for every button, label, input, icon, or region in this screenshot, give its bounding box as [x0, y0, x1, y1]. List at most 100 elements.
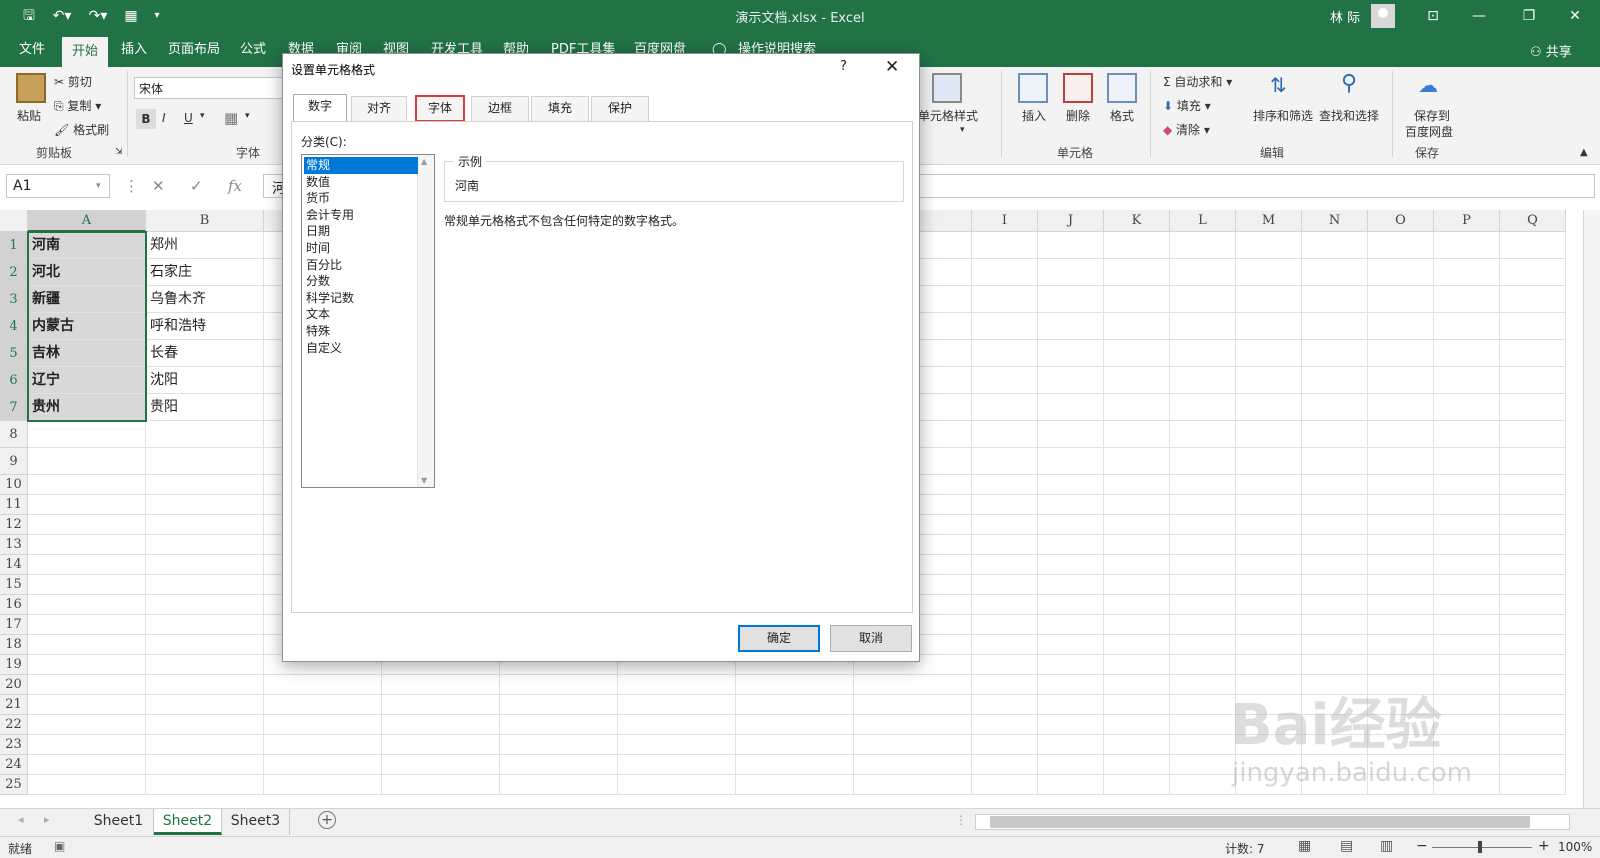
cell-a19[interactable] — [28, 655, 146, 675]
cell-q1[interactable] — [1500, 232, 1566, 259]
cell-i16[interactable] — [972, 595, 1038, 615]
row-header[interactable]: 5 — [0, 340, 28, 367]
cell-j9[interactable] — [1038, 448, 1104, 475]
cell-k6[interactable] — [1104, 367, 1170, 394]
cell-o16[interactable] — [1368, 595, 1434, 615]
cell-a2[interactable]: 河北 — [28, 259, 146, 286]
column-header-l[interactable]: L — [1170, 210, 1236, 232]
cell-k18[interactable] — [1104, 635, 1170, 655]
cell-b17[interactable] — [146, 615, 264, 635]
cell-i17[interactable] — [972, 615, 1038, 635]
cell-q25[interactable] — [1500, 775, 1566, 795]
tab-formulas[interactable]: 公式 — [240, 40, 266, 60]
row-header[interactable]: 10 — [0, 475, 28, 495]
row-header[interactable]: 1 — [0, 232, 28, 259]
cell-j11[interactable] — [1038, 495, 1104, 515]
cell-p17[interactable] — [1434, 615, 1500, 635]
cell-f24[interactable] — [618, 755, 736, 775]
cell-o3[interactable] — [1368, 286, 1434, 313]
fill-button[interactable]: ⬇ 填充 ▾ — [1163, 97, 1211, 114]
cell-l15[interactable] — [1170, 575, 1236, 595]
tab-home[interactable]: 开始 — [62, 37, 109, 67]
cell-b9[interactable] — [146, 448, 264, 475]
cell-b7[interactable]: 贵阳 — [146, 394, 264, 421]
scroll-up-icon[interactable]: ▲ — [421, 157, 427, 166]
horizontal-scroll-thumb[interactable] — [990, 816, 1530, 828]
dialog-tab-fill[interactable]: 填充 — [531, 96, 589, 121]
category-item[interactable]: 特殊 — [304, 323, 418, 340]
cell-styles-button[interactable]: 单元格样式 — [918, 107, 978, 124]
cell-b25[interactable] — [146, 775, 264, 795]
cell-i18[interactable] — [972, 635, 1038, 655]
cell-c23[interactable] — [264, 735, 382, 755]
cell-m17[interactable] — [1236, 615, 1302, 635]
cell-b21[interactable] — [146, 695, 264, 715]
cell-q2[interactable] — [1500, 259, 1566, 286]
cell-i4[interactable] — [972, 313, 1038, 340]
cell-o19[interactable] — [1368, 655, 1434, 675]
cell-q6[interactable] — [1500, 367, 1566, 394]
cell-p10[interactable] — [1434, 475, 1500, 495]
cell-a12[interactable] — [28, 515, 146, 535]
select-all-corner[interactable] — [0, 210, 28, 232]
cell-b23[interactable] — [146, 735, 264, 755]
cell-j13[interactable] — [1038, 535, 1104, 555]
cell-c25[interactable] — [264, 775, 382, 795]
cell-i1[interactable] — [972, 232, 1038, 259]
cell-e25[interactable] — [500, 775, 618, 795]
cell-p13[interactable] — [1434, 535, 1500, 555]
cell-o13[interactable] — [1368, 535, 1434, 555]
sheet-tab-sheet2[interactable]: Sheet2 — [154, 809, 222, 835]
row-header[interactable]: 15 — [0, 575, 28, 595]
delete-cells-button[interactable]: 删除 — [1066, 107, 1090, 124]
cell-l13[interactable] — [1170, 535, 1236, 555]
cell-g22[interactable] — [736, 715, 854, 735]
row-header[interactable]: 24 — [0, 755, 28, 775]
cell-b13[interactable] — [146, 535, 264, 555]
sheet-tab-sheet3[interactable]: Sheet3 — [222, 809, 290, 835]
cell-l3[interactable] — [1170, 286, 1236, 313]
cell-q10[interactable] — [1500, 475, 1566, 495]
column-header-i[interactable]: I — [972, 210, 1038, 232]
cell-h24[interactable] — [854, 755, 972, 775]
row-header[interactable]: 25 — [0, 775, 28, 795]
cell-k8[interactable] — [1104, 421, 1170, 448]
cell-l5[interactable] — [1170, 340, 1236, 367]
cell-p8[interactable] — [1434, 421, 1500, 448]
cell-n15[interactable] — [1302, 575, 1368, 595]
cell-k3[interactable] — [1104, 286, 1170, 313]
cell-a3[interactable]: 新疆 — [28, 286, 146, 313]
font-name-input[interactable]: 宋体 — [134, 77, 284, 99]
cell-g23[interactable] — [736, 735, 854, 755]
cell-i3[interactable] — [972, 286, 1038, 313]
minimize-icon[interactable]: — — [1466, 5, 1492, 27]
clear-button[interactable]: ◆ 清除 ▾ — [1163, 121, 1210, 138]
cell-i24[interactable] — [972, 755, 1038, 775]
cell-e22[interactable] — [500, 715, 618, 735]
cell-l9[interactable] — [1170, 448, 1236, 475]
cell-l6[interactable] — [1170, 367, 1236, 394]
name-box-dropdown-icon[interactable]: ▾ — [96, 181, 101, 191]
cell-i9[interactable] — [972, 448, 1038, 475]
cell-a7[interactable]: 贵州 — [28, 394, 146, 421]
cell-l1[interactable] — [1170, 232, 1236, 259]
cell-b2[interactable]: 石家庄 — [146, 259, 264, 286]
cell-q7[interactable] — [1500, 394, 1566, 421]
zoom-slider[interactable] — [1432, 847, 1532, 848]
cell-i2[interactable] — [972, 259, 1038, 286]
bold-button[interactable]: B — [136, 109, 156, 129]
cell-n1[interactable] — [1302, 232, 1368, 259]
delete-cells-icon[interactable] — [1063, 73, 1093, 103]
cell-p18[interactable] — [1434, 635, 1500, 655]
category-item[interactable]: 文本 — [304, 306, 418, 323]
cell-o14[interactable] — [1368, 555, 1434, 575]
dialog-tab-border[interactable]: 边框 — [471, 96, 529, 121]
cell-k16[interactable] — [1104, 595, 1170, 615]
row-header[interactable]: 12 — [0, 515, 28, 535]
cell-q22[interactable] — [1500, 715, 1566, 735]
cell-g25[interactable] — [736, 775, 854, 795]
cell-d21[interactable] — [382, 695, 500, 715]
cell-d25[interactable] — [382, 775, 500, 795]
column-header-p[interactable]: P — [1434, 210, 1500, 232]
cell-p14[interactable] — [1434, 555, 1500, 575]
